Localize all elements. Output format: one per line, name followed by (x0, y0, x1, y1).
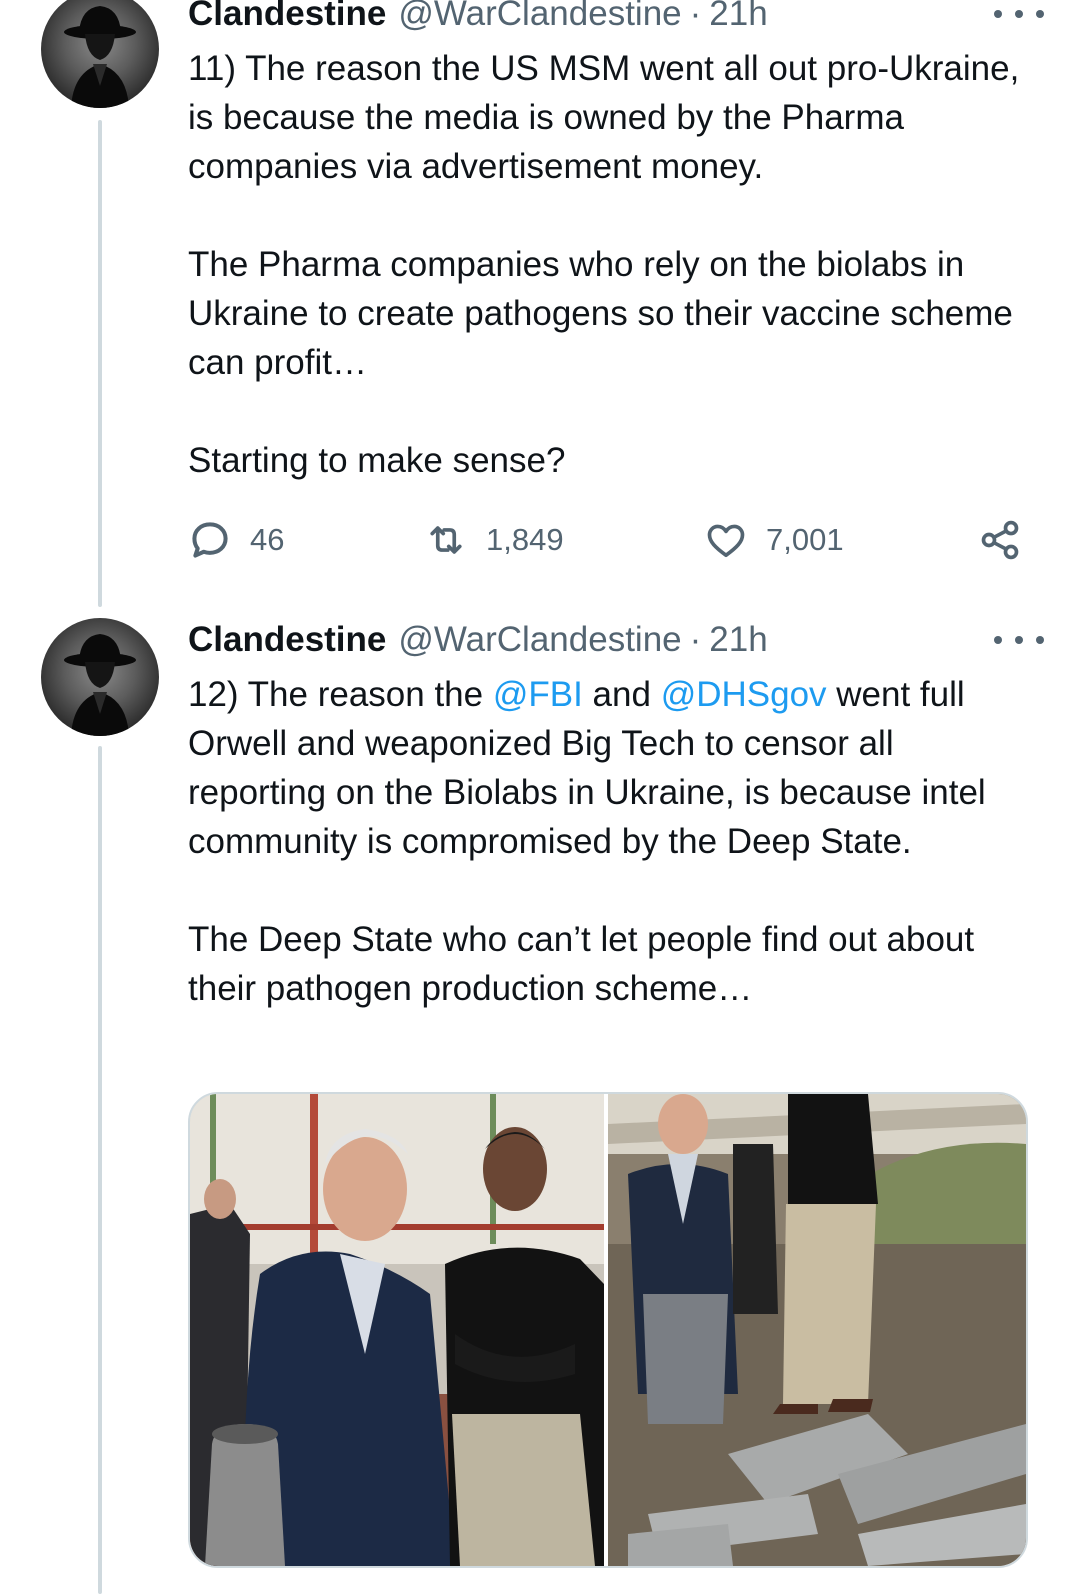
photo-right[interactable] (608, 1094, 1026, 1566)
thread-line-1 (98, 120, 102, 607)
tweet-header: Clandestine @WarClandestine · 21h (188, 618, 768, 662)
text-segment: 12) The reason the (188, 675, 493, 714)
more-horizontal-icon (994, 10, 1002, 18)
mention-link-dhsgov[interactable]: @DHSgov (661, 675, 827, 714)
tweet-body: 12) The reason the @FBI and @DHSgov went… (188, 670, 1028, 1013)
heart-icon (707, 524, 745, 558)
retweet-count: 1,849 (486, 522, 564, 557)
media-grid[interactable] (188, 1092, 1028, 1568)
retweet-arrows-icon (430, 526, 462, 554)
like-button[interactable]: 7,001 (704, 515, 844, 565)
author-handle[interactable]: @WarClandestine (398, 0, 681, 34)
tweet-paragraph: Starting to make sense? (188, 441, 566, 480)
tweet-paragraph: The Pharma companies who rely on the bio… (188, 245, 1013, 382)
tweet-paragraph: 12) The reason the @FBI and @DHSgov went… (188, 670, 1028, 866)
share-button[interactable] (978, 515, 1022, 565)
reply-count: 46 (250, 522, 285, 557)
like-count: 7,001 (766, 522, 844, 557)
tweet-paragraph: The Deep State who can’t let people find… (188, 920, 975, 1008)
photo-right-image (608, 1094, 1026, 1566)
author-name[interactable]: Clandestine (188, 0, 386, 34)
photo-left[interactable] (190, 1094, 604, 1566)
more-options-button[interactable] (994, 630, 1044, 650)
author-handle[interactable]: @WarClandestine (398, 620, 681, 660)
more-dot (1036, 10, 1044, 18)
fedora-silhouette-avatar-icon (64, 6, 136, 108)
mention-link-fbi[interactable]: @FBI (493, 675, 583, 714)
avatar[interactable] (41, 0, 159, 108)
reply-button[interactable]: 46 (188, 515, 284, 565)
reply-bubble-icon (192, 522, 228, 558)
thread-line-2 (98, 746, 102, 1594)
more-dot (1036, 636, 1044, 644)
retweet-button[interactable]: 1,849 (424, 515, 564, 565)
separator: · (689, 620, 702, 659)
fedora-silhouette-avatar-icon (64, 634, 136, 736)
tweet-paragraph: 11) The reason the US MSM went all out p… (188, 49, 1020, 186)
timestamp[interactable]: 21h (709, 620, 767, 660)
photo-left-image (190, 1094, 604, 1566)
text-segment: and (582, 675, 661, 714)
separator: · (689, 0, 702, 33)
tweet-body: 11) The reason the US MSM went all out p… (188, 44, 1028, 485)
more-dot (1015, 10, 1023, 18)
more-options-button[interactable] (994, 4, 1044, 24)
author-name[interactable]: Clandestine (188, 620, 386, 660)
more-dot (1015, 636, 1023, 644)
tweet-actions: 46 1,849 7,001 (188, 515, 1028, 565)
avatar[interactable] (41, 618, 159, 736)
timestamp[interactable]: 21h (709, 0, 767, 34)
share-nodes-icon (981, 520, 1019, 560)
more-horizontal-icon (994, 636, 1002, 644)
tweet-header: Clandestine @WarClandestine · 21h (188, 0, 768, 36)
